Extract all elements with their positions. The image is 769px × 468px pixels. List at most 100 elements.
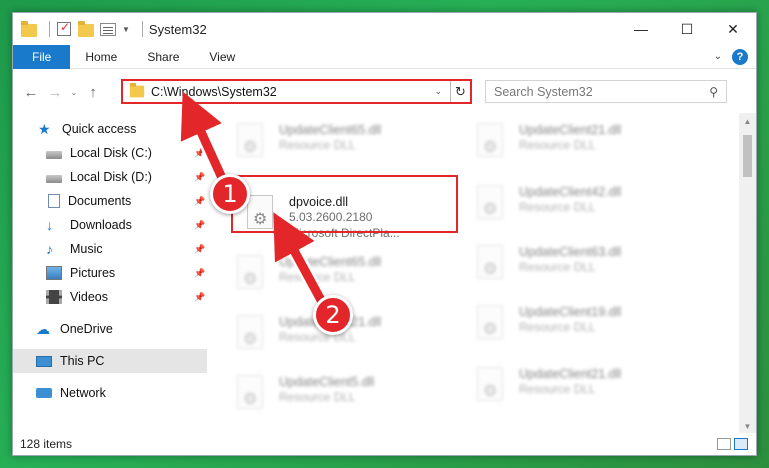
- dll-file-icon: ⚙: [473, 185, 507, 225]
- dll-file-icon: ⚙: [473, 367, 507, 407]
- sidebar-item-quick-access[interactable]: ★ Quick access: [13, 117, 207, 141]
- pin-icon[interactable]: 📌: [194, 244, 205, 255]
- sidebar-item-pictures[interactable]: Pictures 📌: [13, 261, 207, 285]
- scroll-thumb[interactable]: [743, 135, 752, 177]
- pin-icon[interactable]: 📌: [194, 292, 205, 303]
- tiles-view-icon[interactable]: [734, 438, 748, 450]
- refresh-icon[interactable]: ↻: [450, 81, 470, 102]
- sidebar-item-local-disk-d[interactable]: Local Disk (D:) 📌: [13, 165, 207, 189]
- download-icon: ↓: [46, 217, 53, 233]
- sidebar-item-label: Videos: [70, 290, 108, 304]
- sidebar-item-local-disk-c[interactable]: Local Disk (C:) 📌: [13, 141, 207, 165]
- expand-ribbon-icon[interactable]: ⌄: [714, 51, 722, 62]
- file-tile[interactable]: ⚙ UpdateClient65.dll Resource DLL: [233, 247, 463, 305]
- scroll-up-icon[interactable]: ▲: [739, 113, 756, 130]
- file-tile[interactable]: ⚙ UpdateClient5.dll Resource DLL: [233, 367, 463, 425]
- status-bar: 128 items: [13, 433, 756, 455]
- tab-view[interactable]: View: [194, 45, 250, 69]
- checkmark-icon[interactable]: [56, 20, 72, 37]
- quick-access-toolbar: ▼ System32: [13, 13, 207, 45]
- dll-file-icon: ⚙: [233, 123, 267, 163]
- dll-file-icon: ⚙: [233, 375, 267, 415]
- disk-icon: [46, 150, 62, 159]
- sidebar-item-label: This PC: [60, 354, 105, 368]
- search-placeholder: Search System32: [494, 84, 593, 99]
- window-controls: — ☐ ✕: [618, 13, 756, 45]
- customize-toolbar-icon[interactable]: ▼: [122, 25, 130, 34]
- pin-icon[interactable]: 📌: [194, 268, 205, 279]
- window-title: System32: [148, 21, 207, 37]
- forward-arrow-icon[interactable]: →: [43, 80, 67, 104]
- pin-icon[interactable]: 📌: [194, 148, 205, 159]
- sidebar-item-videos[interactable]: Videos 📌: [13, 285, 207, 309]
- star-icon: ★: [38, 121, 51, 137]
- back-arrow-icon[interactable]: ←: [19, 80, 43, 104]
- dll-file-icon: ⚙: [473, 123, 507, 163]
- highlight-box: [231, 175, 458, 233]
- sidebar-item-music[interactable]: ♪ Music 📌: [13, 237, 207, 261]
- file-tile[interactable]: ⚙ UpdateClient19.dll Resource DLL: [473, 297, 703, 355]
- music-icon: ♪: [46, 241, 53, 257]
- pin-icon[interactable]: 📌: [194, 172, 205, 183]
- navigation-pane: ★ Quick access Local Disk (C:) 📌 Local D…: [13, 113, 207, 433]
- minimize-button[interactable]: —: [618, 13, 664, 45]
- help-icon[interactable]: ?: [732, 48, 748, 65]
- cloud-icon: ☁: [36, 321, 50, 337]
- folder-icon: [129, 82, 145, 98]
- navigation-bar: ← → ⌄ ↑ C:\Windows\System32 ⌄ ↻ Search S…: [13, 77, 756, 107]
- sidebar-item-label: Music: [70, 242, 103, 256]
- sidebar-item-label: Local Disk (C:): [70, 146, 152, 160]
- pin-icon[interactable]: 📌: [194, 196, 205, 207]
- file-tile[interactable]: ⚙ UpdateClient42.dll Resource DLL: [473, 177, 703, 235]
- pictures-icon: [46, 266, 62, 280]
- file-tile[interactable]: ⚙ UpdateClient21.dllResource DLL: [473, 359, 703, 417]
- ribbon-tabs: File Home Share View ⌄ ?: [13, 44, 756, 69]
- sidebar-item-onedrive[interactable]: ☁ OneDrive: [13, 317, 207, 341]
- network-icon: [36, 388, 52, 398]
- toolbar-divider: [141, 21, 143, 37]
- address-path[interactable]: C:\Windows\System32: [151, 85, 426, 99]
- file-list: ⚙ UpdateClient65.dll Resource DLL ⚙ dpvoi…: [223, 109, 723, 435]
- sidebar-item-label: Pictures: [70, 266, 116, 280]
- search-icon[interactable]: ⚲: [709, 85, 718, 99]
- pin-icon[interactable]: 📌: [194, 220, 205, 231]
- sidebar-item-label: Documents: [68, 194, 132, 208]
- sidebar-item-network[interactable]: Network: [13, 381, 207, 405]
- sidebar-item-label: Downloads: [70, 218, 132, 232]
- details-view-icon[interactable]: [717, 438, 731, 450]
- maximize-button[interactable]: ☐: [664, 13, 710, 45]
- file-tile[interactable]: ⚙ UpdateClient21.dllResource DLL: [473, 115, 703, 173]
- sidebar-item-label: Network: [60, 386, 106, 400]
- title-bar: ▼ System32 — ☐ ✕: [13, 13, 756, 45]
- address-dropdown-icon[interactable]: ⌄: [426, 86, 450, 97]
- folder-icon: [21, 21, 37, 37]
- new-folder-icon[interactable]: [78, 21, 94, 37]
- sidebar-item-this-pc[interactable]: This PC: [13, 349, 207, 373]
- tab-file[interactable]: File: [13, 44, 71, 69]
- sidebar-item-downloads[interactable]: ↓ Downloads 📌: [13, 213, 207, 237]
- sidebar-item-documents[interactable]: Documents 📌: [13, 189, 207, 213]
- dll-file-icon: ⚙: [473, 305, 507, 345]
- vertical-scrollbar[interactable]: ▲ ▼: [739, 113, 756, 435]
- up-arrow-icon[interactable]: ↑: [81, 80, 105, 104]
- videos-icon: [46, 290, 62, 304]
- toolbar-divider: [49, 21, 50, 37]
- properties-icon[interactable]: [100, 21, 116, 37]
- address-bar[interactable]: C:\Windows\System32 ⌄ ↻: [121, 79, 472, 104]
- computer-icon: [36, 355, 52, 367]
- tab-share[interactable]: Share: [132, 45, 194, 69]
- sidebar-item-label: Local Disk (D:): [70, 170, 152, 184]
- sidebar-item-label: Quick access: [62, 122, 137, 136]
- recent-locations-icon[interactable]: ⌄: [67, 80, 81, 104]
- file-tile[interactable]: ⚙ UpdateClient65.dll Resource DLL: [233, 115, 463, 173]
- file-tile[interactable]: ⚙ UpdateClient63.dll Resource DLL: [473, 237, 703, 295]
- close-button[interactable]: ✕: [710, 13, 756, 45]
- dll-file-icon: ⚙: [233, 315, 267, 355]
- item-count: 128 items: [20, 437, 73, 451]
- explorer-window: ▼ System32 — ☐ ✕ File Home Share View ⌄ …: [12, 12, 757, 456]
- tab-home[interactable]: Home: [70, 45, 132, 69]
- ribbon-right: ⌄ ?: [714, 48, 756, 65]
- step-badge-2: 2: [313, 295, 353, 335]
- search-box[interactable]: Search System32 ⚲: [485, 80, 727, 103]
- dll-file-icon: ⚙: [233, 255, 267, 295]
